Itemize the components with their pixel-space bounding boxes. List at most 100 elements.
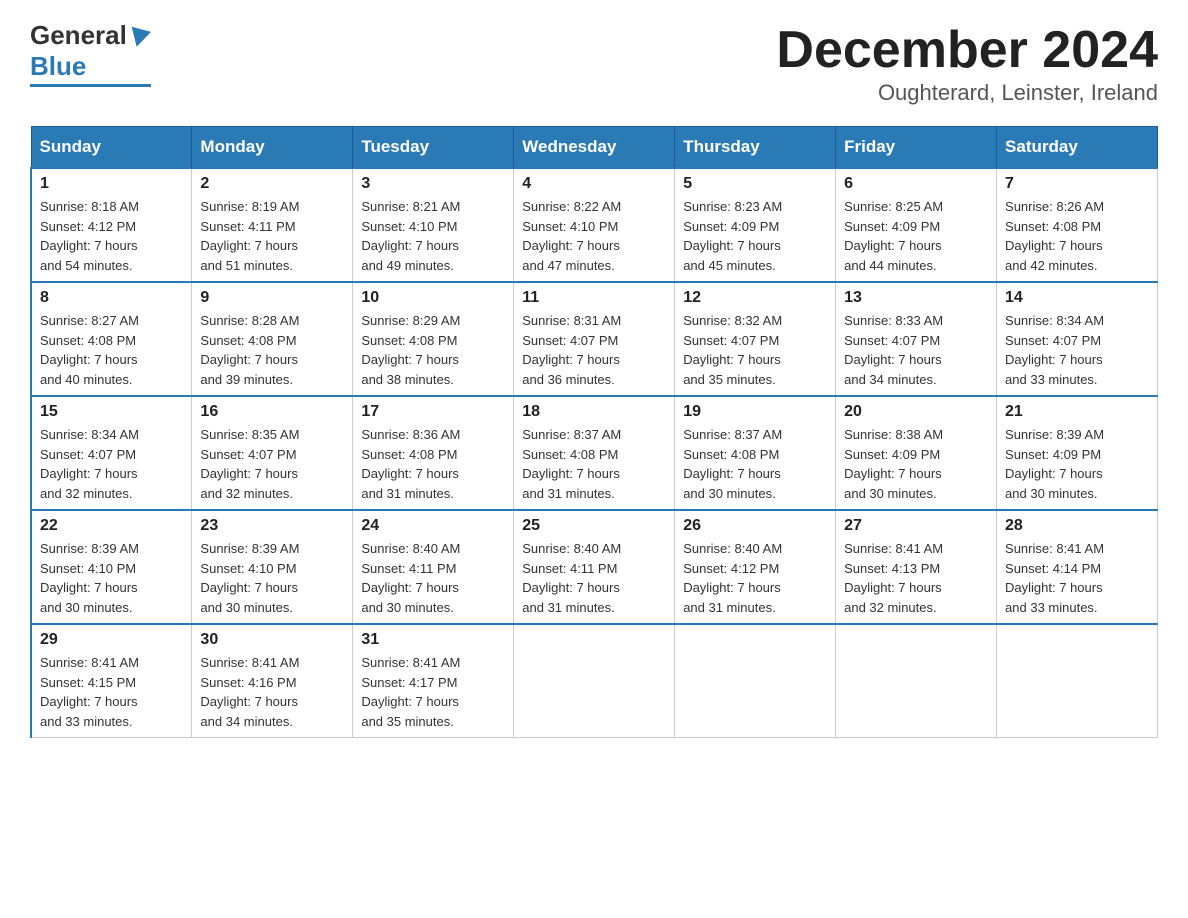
logo-general: General xyxy=(30,20,127,51)
calendar-cell xyxy=(836,624,997,738)
calendar-header: SundayMondayTuesdayWednesdayThursdayFrid… xyxy=(31,127,1158,169)
day-number: 19 xyxy=(683,403,827,421)
calendar-week-3: 15Sunrise: 8:34 AMSunset: 4:07 PMDayligh… xyxy=(31,396,1158,510)
day-info: Sunrise: 8:37 AMSunset: 4:08 PMDaylight:… xyxy=(522,425,666,503)
calendar-week-1: 1 Sunrise: 8:18 AMSunset: 4:12 PMDaylight… xyxy=(31,168,1158,282)
day-number: 26 xyxy=(683,517,827,535)
calendar-cell: 30 Sunrise: 8:41 AMSunset: 4:16 PMDayligh… xyxy=(192,624,353,738)
day-number: 21 xyxy=(1005,403,1149,421)
calendar-week-5: 29 Sunrise: 8:41 AMSunset: 4:15 PMDayligh… xyxy=(31,624,1158,738)
calendar-cell xyxy=(997,624,1158,738)
calendar-cell: 7 Sunrise: 8:26 AMSunset: 4:08 PMDaylight… xyxy=(997,168,1158,282)
day-info: Sunrise: 8:39 AMSunset: 4:10 PMDaylight:… xyxy=(200,539,344,617)
day-info: Sunrise: 8:36 AMSunset: 4:08 PMDaylight:… xyxy=(361,425,505,503)
calendar-cell: 10 Sunrise: 8:29 AMSunset: 4:08 PMDayligh… xyxy=(353,282,514,396)
day-info: Sunrise: 8:41 AMSunset: 4:14 PMDaylight:… xyxy=(1005,539,1149,617)
day-number: 23 xyxy=(200,517,344,535)
calendar-cell: 26 Sunrise: 8:40 AMSunset: 4:12 PMDayligh… xyxy=(675,510,836,624)
calendar-cell: 13 Sunrise: 8:33 AMSunset: 4:07 PMDayligh… xyxy=(836,282,997,396)
day-info: Sunrise: 8:19 AMSunset: 4:11 PMDaylight:… xyxy=(200,197,344,275)
day-info: Sunrise: 8:38 AMSunset: 4:09 PMDaylight:… xyxy=(844,425,988,503)
calendar-cell: 12 Sunrise: 8:32 AMSunset: 4:07 PMDayligh… xyxy=(675,282,836,396)
day-number: 13 xyxy=(844,289,988,307)
day-number: 14 xyxy=(1005,289,1149,307)
day-number: 10 xyxy=(361,289,505,307)
calendar-week-2: 8Sunrise: 8:27 AMSunset: 4:08 PMDaylight… xyxy=(31,282,1158,396)
calendar-cell: 28 Sunrise: 8:41 AMSunset: 4:14 PMDayligh… xyxy=(997,510,1158,624)
day-info: Sunrise: 8:40 AMSunset: 4:11 PMDaylight:… xyxy=(522,539,666,617)
day-number: 17 xyxy=(361,403,505,421)
page-header: General Blue December 2024 Oughterard, L… xyxy=(30,20,1158,106)
day-number: 11 xyxy=(522,289,666,307)
header-cell-thursday: Thursday xyxy=(675,127,836,169)
day-number: 18 xyxy=(522,403,666,421)
day-info: Sunrise: 8:41 AMSunset: 4:17 PMDaylight:… xyxy=(361,653,505,731)
calendar-week-4: 22 Sunrise: 8:39 AMSunset: 4:10 PMDayligh… xyxy=(31,510,1158,624)
day-number: 8 xyxy=(40,289,183,307)
day-info: Sunrise: 8:29 AMSunset: 4:08 PMDaylight:… xyxy=(361,311,505,389)
calendar-cell: 22 Sunrise: 8:39 AMSunset: 4:10 PMDayligh… xyxy=(31,510,192,624)
day-number: 22 xyxy=(40,517,183,535)
calendar-cell: 29 Sunrise: 8:41 AMSunset: 4:15 PMDayligh… xyxy=(31,624,192,738)
calendar-body: 1 Sunrise: 8:18 AMSunset: 4:12 PMDaylight… xyxy=(31,168,1158,738)
day-info: Sunrise: 8:22 AMSunset: 4:10 PMDaylight:… xyxy=(522,197,666,275)
day-info: Sunrise: 8:23 AMSunset: 4:09 PMDaylight:… xyxy=(683,197,827,275)
day-number: 29 xyxy=(40,631,183,649)
day-number: 25 xyxy=(522,517,666,535)
day-info: Sunrise: 8:33 AMSunset: 4:07 PMDaylight:… xyxy=(844,311,988,389)
day-info: Sunrise: 8:41 AMSunset: 4:13 PMDaylight:… xyxy=(844,539,988,617)
calendar-cell: 17 Sunrise: 8:36 AMSunset: 4:08 PMDayligh… xyxy=(353,396,514,510)
day-info: Sunrise: 8:40 AMSunset: 4:12 PMDaylight:… xyxy=(683,539,827,617)
calendar-cell: 19Sunrise: 8:37 AMSunset: 4:08 PMDayligh… xyxy=(675,396,836,510)
calendar-cell: 8Sunrise: 8:27 AMSunset: 4:08 PMDaylight… xyxy=(31,282,192,396)
calendar-cell: 15Sunrise: 8:34 AMSunset: 4:07 PMDayligh… xyxy=(31,396,192,510)
logo-text: General xyxy=(30,20,151,51)
calendar-cell: 27 Sunrise: 8:41 AMSunset: 4:13 PMDayligh… xyxy=(836,510,997,624)
calendar-cell: 20Sunrise: 8:38 AMSunset: 4:09 PMDayligh… xyxy=(836,396,997,510)
day-info: Sunrise: 8:39 AMSunset: 4:10 PMDaylight:… xyxy=(40,539,183,617)
calendar-cell xyxy=(514,624,675,738)
calendar-cell: 16Sunrise: 8:35 AMSunset: 4:07 PMDayligh… xyxy=(192,396,353,510)
day-number: 31 xyxy=(361,631,505,649)
calendar-cell: 1 Sunrise: 8:18 AMSunset: 4:12 PMDaylight… xyxy=(31,168,192,282)
day-number: 30 xyxy=(200,631,344,649)
day-info: Sunrise: 8:18 AMSunset: 4:12 PMDaylight:… xyxy=(40,197,183,275)
day-number: 12 xyxy=(683,289,827,307)
calendar-cell: 6Sunrise: 8:25 AMSunset: 4:09 PMDaylight… xyxy=(836,168,997,282)
calendar-cell: 31 Sunrise: 8:41 AMSunset: 4:17 PMDayligh… xyxy=(353,624,514,738)
day-number: 3 xyxy=(361,175,505,193)
title-block: December 2024 Oughterard, Leinster, Irel… xyxy=(776,20,1158,106)
calendar-cell: 21 Sunrise: 8:39 AMSunset: 4:09 PMDayligh… xyxy=(997,396,1158,510)
month-title: December 2024 xyxy=(776,20,1158,80)
day-number: 9 xyxy=(200,289,344,307)
logo-blue: Blue xyxy=(30,51,86,82)
day-number: 7 xyxy=(1005,175,1149,193)
calendar-cell: 24Sunrise: 8:40 AMSunset: 4:11 PMDayligh… xyxy=(353,510,514,624)
header-row: SundayMondayTuesdayWednesdayThursdayFrid… xyxy=(31,127,1158,169)
day-number: 27 xyxy=(844,517,988,535)
day-number: 1 xyxy=(40,175,183,193)
day-info: Sunrise: 8:21 AMSunset: 4:10 PMDaylight:… xyxy=(361,197,505,275)
calendar-cell: 3 Sunrise: 8:21 AMSunset: 4:10 PMDaylight… xyxy=(353,168,514,282)
day-info: Sunrise: 8:32 AMSunset: 4:07 PMDaylight:… xyxy=(683,311,827,389)
calendar-cell: 23 Sunrise: 8:39 AMSunset: 4:10 PMDayligh… xyxy=(192,510,353,624)
header-cell-monday: Monday xyxy=(192,127,353,169)
calendar-cell: 2Sunrise: 8:19 AMSunset: 4:11 PMDaylight… xyxy=(192,168,353,282)
day-info: Sunrise: 8:39 AMSunset: 4:09 PMDaylight:… xyxy=(1005,425,1149,503)
header-cell-tuesday: Tuesday xyxy=(353,127,514,169)
day-number: 24 xyxy=(361,517,505,535)
location: Oughterard, Leinster, Ireland xyxy=(776,80,1158,106)
day-info: Sunrise: 8:41 AMSunset: 4:15 PMDaylight:… xyxy=(40,653,183,731)
day-info: Sunrise: 8:25 AMSunset: 4:09 PMDaylight:… xyxy=(844,197,988,275)
day-info: Sunrise: 8:41 AMSunset: 4:16 PMDaylight:… xyxy=(200,653,344,731)
logo-triangle-icon xyxy=(127,26,151,49)
calendar-cell: 11 Sunrise: 8:31 AMSunset: 4:07 PMDayligh… xyxy=(514,282,675,396)
day-number: 16 xyxy=(200,403,344,421)
header-cell-friday: Friday xyxy=(836,127,997,169)
day-info: Sunrise: 8:26 AMSunset: 4:08 PMDaylight:… xyxy=(1005,197,1149,275)
day-info: Sunrise: 8:31 AMSunset: 4:07 PMDaylight:… xyxy=(522,311,666,389)
day-number: 5 xyxy=(683,175,827,193)
calendar-cell: 18 Sunrise: 8:37 AMSunset: 4:08 PMDayligh… xyxy=(514,396,675,510)
day-number: 28 xyxy=(1005,517,1149,535)
header-cell-sunday: Sunday xyxy=(31,127,192,169)
